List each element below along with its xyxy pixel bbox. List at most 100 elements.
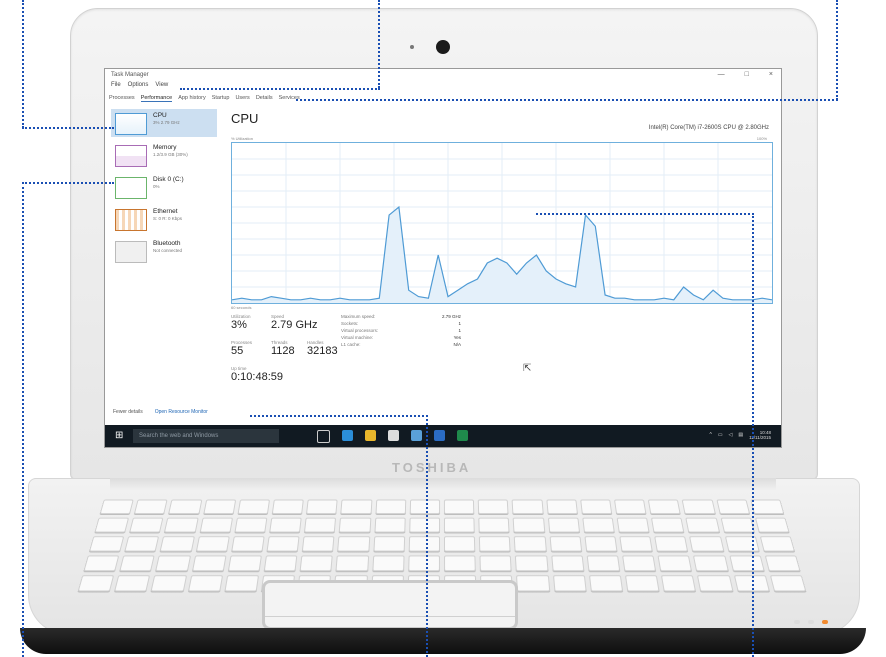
keyboard-key <box>769 575 807 592</box>
keyboard-key <box>119 555 156 572</box>
microphone <box>410 45 414 49</box>
keyboard-key <box>697 575 734 592</box>
keyboard-key <box>375 499 407 515</box>
detail-row: Maximum speed: 2.79 GHz <box>341 314 461 319</box>
sidebar-item-cpu[interactable]: CPU 3% 2.79 GHz <box>111 109 217 137</box>
detail-row: Virtual machine: Yes <box>341 335 461 340</box>
sidebar-item-ethernet[interactable]: Ethernet S: 0 R: 0 Kbps <box>111 205 217 233</box>
keyboard-key <box>661 575 697 592</box>
keyboard-key <box>584 536 618 552</box>
tab-app-history[interactable]: App history <box>178 95 206 102</box>
keyboard-key <box>159 536 195 552</box>
keyboard-key <box>552 575 587 592</box>
laptop-hinge <box>110 478 776 490</box>
keyboard-key <box>408 536 441 552</box>
processes-value: 55 <box>231 345 244 357</box>
callout-line <box>426 415 428 657</box>
keyboard-key <box>479 555 513 572</box>
keyboard-key <box>586 555 621 572</box>
keyboard-key <box>304 517 337 533</box>
uptime-value: 0:10:48:59 <box>231 371 283 383</box>
menu-view[interactable]: View <box>155 82 168 88</box>
store-icon[interactable] <box>388 430 399 441</box>
screen: Task Manager — □ × File Options View Pro… <box>104 68 782 448</box>
keyboard-key <box>443 499 475 515</box>
task-view-icon[interactable] <box>317 430 330 443</box>
keyboard-key <box>716 499 750 515</box>
max-percent-label: 100% <box>756 136 767 141</box>
keyboard-key <box>187 575 223 592</box>
callout-line <box>22 127 114 129</box>
file-explorer-icon[interactable] <box>365 430 376 441</box>
menu-file[interactable]: File <box>111 82 121 88</box>
keyboard-key <box>759 536 795 552</box>
windows-start-icon[interactable]: ⊞ <box>115 431 124 441</box>
tab-users[interactable]: Users <box>235 95 249 102</box>
maximize-button[interactable]: □ <box>745 71 749 78</box>
speed-value: 2.79 GHz <box>271 319 318 331</box>
keyboard-key <box>234 517 268 533</box>
keyboard-key <box>588 575 624 592</box>
close-button[interactable]: × <box>769 71 773 78</box>
tab-processes[interactable]: Processes <box>109 95 135 102</box>
tab-details[interactable]: Details <box>256 95 273 102</box>
bluetooth-mini-graph <box>115 241 147 263</box>
keyboard-key <box>624 575 660 592</box>
notification-icon[interactable]: ▤ <box>738 432 743 438</box>
page-title: CPU <box>231 111 259 126</box>
callout-line <box>180 88 380 90</box>
volume-icon[interactable]: ◁ <box>729 432 733 438</box>
keyboard-key <box>224 575 260 592</box>
search-input[interactable]: Search the web and Windows <box>133 429 279 443</box>
keyboard-key <box>271 499 304 515</box>
taskbar: ⊞ Search the web and Windows ^ ▭ ◁ ▤ 10:… <box>105 425 781 447</box>
keyboard-key <box>651 517 685 533</box>
minimize-button[interactable]: — <box>718 71 725 78</box>
keyboard-key <box>724 536 760 552</box>
keyboard-key <box>114 575 151 592</box>
task-manager-taskbar-icon[interactable] <box>411 430 422 441</box>
open-resource-monitor-link[interactable]: Open Resource Monitor <box>155 409 208 415</box>
keyboard-key <box>129 517 164 533</box>
keyboard-key <box>339 517 371 533</box>
detail-row: Virtual processors: 1 <box>341 328 461 333</box>
edge-browser-icon[interactable] <box>342 430 353 441</box>
keyboard-key <box>513 517 545 533</box>
excel-icon[interactable] <box>457 430 468 441</box>
tab-performance[interactable]: Performance <box>140 95 173 102</box>
tab-startup[interactable]: Startup <box>212 95 230 102</box>
keyboard-key <box>689 536 724 552</box>
keyboard-key <box>164 517 199 533</box>
sidebar-item-sub: S: 0 R: 0 Kbps <box>153 215 183 221</box>
keyboard-key <box>191 555 227 572</box>
cpu-utilization-graph <box>231 142 773 304</box>
network-icon[interactable]: ▭ <box>718 432 723 438</box>
outlook-icon[interactable] <box>434 430 445 441</box>
keyboard-key <box>99 499 134 515</box>
window-title: Task Manager <box>111 72 149 78</box>
sidebar-item-disk[interactable]: Disk 0 (C:) 0% <box>111 173 217 201</box>
menu-options[interactable]: Options <box>128 82 149 88</box>
callout-line <box>752 213 754 657</box>
keyboard-key <box>263 555 298 572</box>
keyboard-key <box>371 555 405 572</box>
sidebar-item-sub: 1.2/3.9 GB (30%) <box>153 151 188 157</box>
ethernet-mini-graph <box>115 209 147 231</box>
keyboard-key <box>657 555 693 572</box>
sidebar-item-bluetooth[interactable]: Bluetooth Not connected <box>111 237 217 265</box>
callout-line <box>378 0 380 88</box>
callout-line <box>22 182 114 184</box>
keyboard-key <box>478 517 510 533</box>
fewer-details-button[interactable]: Fewer details <box>113 409 143 415</box>
cpu-details: Maximum speed: 2.79 GHz Sockets: 1 Virtual… <box>341 314 461 349</box>
keyboard-key <box>134 499 168 515</box>
footer-links: Fewer details Open Resource Monitor <box>113 409 208 415</box>
sidebar-item-memory[interactable]: Memory 1.2/3.9 GB (30%) <box>111 141 217 169</box>
keyboard-key <box>582 517 615 533</box>
sidebar-item-label: Disk 0 (C:) <box>153 176 184 183</box>
callout-line <box>536 213 754 215</box>
keyboard-key <box>335 555 369 572</box>
chevron-up-icon[interactable]: ^ <box>709 432 711 438</box>
keyboard-key <box>545 499 578 515</box>
time-axis-label: 60 seconds <box>231 305 252 310</box>
